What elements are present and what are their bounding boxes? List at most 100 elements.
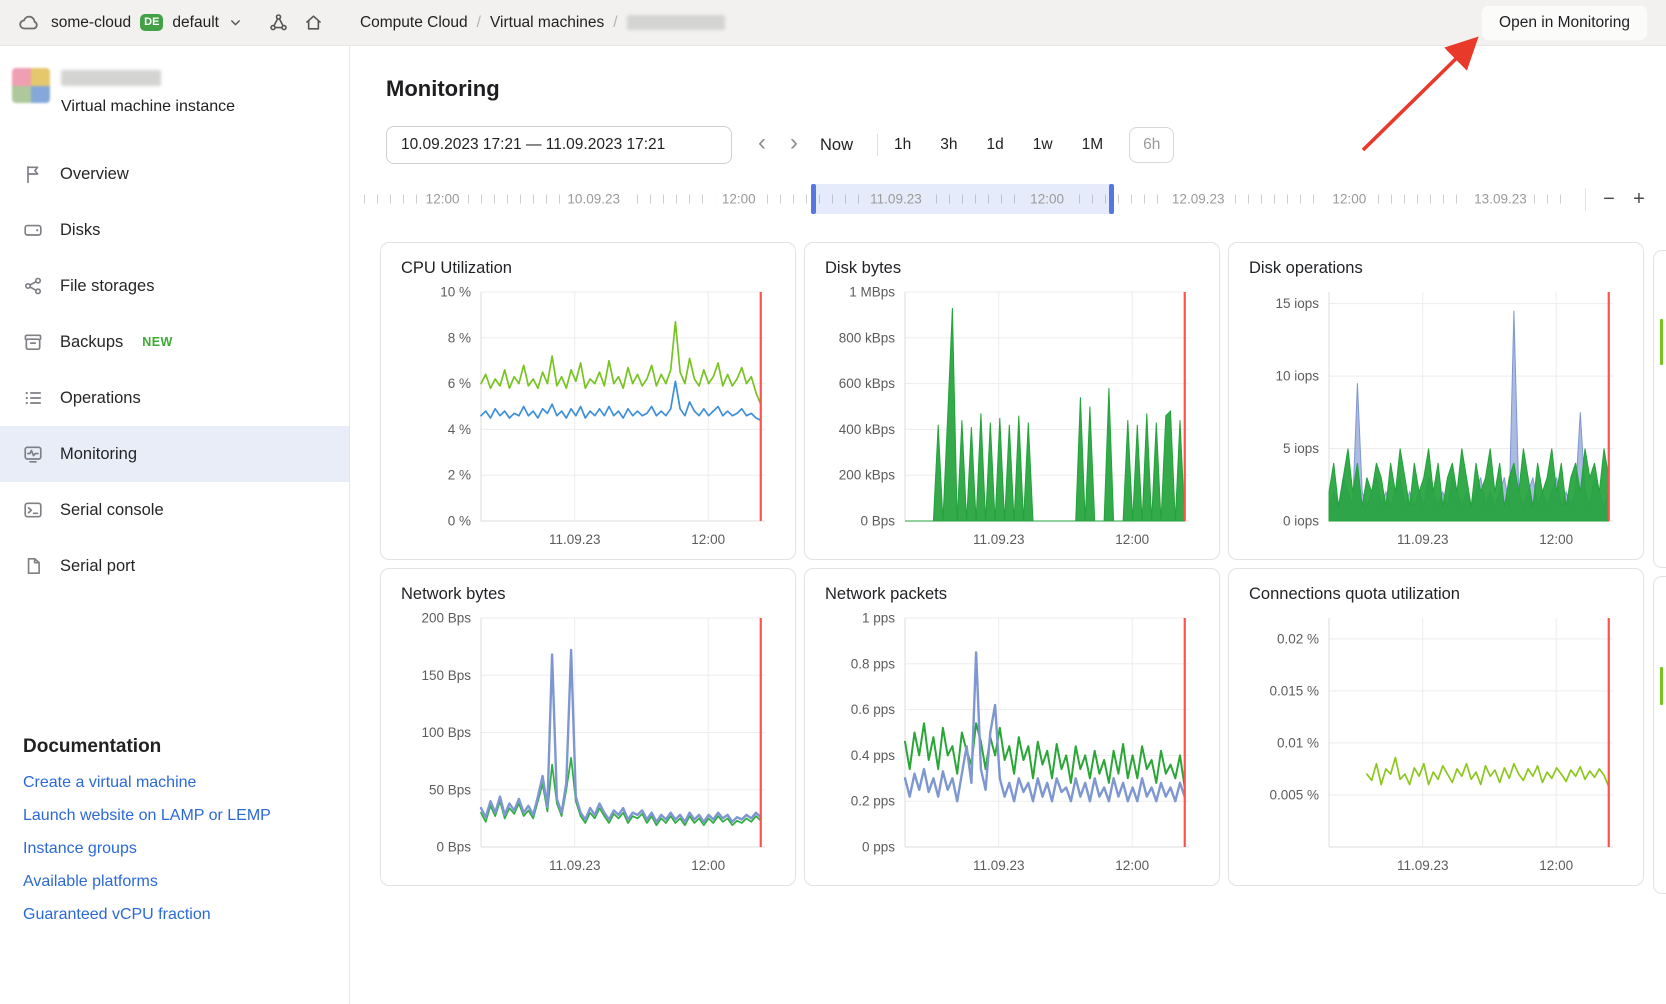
svg-text:400 kBps: 400 kBps [839, 422, 896, 437]
breadcrumb-separator: / [613, 14, 617, 32]
svg-text:12:00: 12:00 [1115, 858, 1149, 873]
svg-text:12:00: 12:00 [691, 532, 725, 547]
svg-text:0 Bps: 0 Bps [436, 840, 471, 855]
serial-port-icon [23, 556, 43, 576]
svg-text:200 kBps: 200 kBps [839, 468, 896, 483]
range-preset-1h[interactable]: 1h [894, 136, 911, 154]
chart-plot[interactable]: 1 pps0.8 pps0.6 pps0.4 pps0.2 pps0 pps11… [821, 608, 1203, 877]
zoom-in-button[interactable]: + [1626, 188, 1652, 211]
documentation-section: Documentation Create a virtual machine La… [0, 736, 349, 924]
sidebar-item-serial-port[interactable]: Serial port [0, 538, 349, 594]
range-preset-3h[interactable]: 3h [940, 136, 957, 154]
svg-text:0.005 %: 0.005 % [1269, 787, 1319, 802]
breadcrumb-virtual-machines[interactable]: Virtual machines [490, 14, 604, 32]
timeline-label: 10.09.23 [560, 192, 627, 207]
svg-text:12:00: 12:00 [691, 858, 725, 873]
next-range-button[interactable]: › [778, 131, 810, 159]
chart-title: Disk bytes [825, 259, 1203, 278]
chevron-down-icon[interactable] [228, 15, 243, 30]
env-name[interactable]: default [172, 14, 219, 32]
doc-link-launch-website-on-lamp-or-lemp[interactable]: Launch website on LAMP or LEMP [23, 807, 349, 825]
documentation-heading: Documentation [23, 736, 349, 758]
zoom-out-button[interactable]: − [1596, 188, 1622, 211]
timeline-label: 13.09.23 [1467, 192, 1534, 207]
doc-link-create-a-virtual-machine[interactable]: Create a virtual machine [23, 774, 349, 792]
now-button[interactable]: Now [820, 136, 853, 155]
svg-text:10 %: 10 % [440, 285, 471, 300]
sidebar: Virtual machine instance Overview Disks Fi… [0, 46, 350, 1004]
svg-text:12:00: 12:00 [1539, 858, 1573, 873]
svg-text:11.09.23: 11.09.23 [549, 532, 601, 547]
env-badge: DE [140, 14, 163, 31]
chart-plot[interactable]: 15 iops10 iops5 iops0 iops11.09.2312:00 [1245, 282, 1627, 551]
timeline-ruler[interactable]: 12:0010.09.2312:0011.09.2312:0012.09.231… [364, 184, 1573, 214]
selection-left-handle[interactable] [811, 184, 816, 214]
doc-link-instance-groups[interactable]: Instance groups [23, 840, 349, 858]
svg-text:10 iops: 10 iops [1275, 369, 1319, 384]
backups-icon [23, 332, 43, 352]
timeline-label: 11.09.23 [863, 192, 929, 207]
sidebar-item-backups[interactable]: BackupsNEW [0, 314, 349, 370]
page-title: Monitoring [386, 76, 1666, 102]
doc-link-guaranteed-vcpu-fraction[interactable]: Guaranteed vCPU fraction [23, 906, 349, 924]
next-column-chart-sliver [1653, 576, 1666, 894]
vm-name-redacted [627, 15, 725, 30]
doc-link-available-platforms[interactable]: Available platforms [23, 873, 349, 891]
svg-text:0.2 pps: 0.2 pps [851, 794, 896, 809]
svg-text:11.09.23: 11.09.23 [973, 532, 1025, 547]
svg-text:1 MBps: 1 MBps [849, 285, 895, 300]
svg-text:0.6 pps: 0.6 pps [851, 702, 896, 717]
svg-text:11.09.23: 11.09.23 [1397, 858, 1449, 873]
serial-console-icon [23, 500, 43, 520]
chart-card-connections-quota-utilization: Connections quota utilization0.02 %0.015… [1228, 568, 1644, 886]
range-preset-1w[interactable]: 1w [1033, 136, 1053, 154]
services-icon[interactable] [266, 10, 292, 36]
vm-name-redacted [61, 70, 161, 86]
range-presets: 1h 3h 1d 1w 1M [894, 136, 1103, 154]
chart-plot[interactable]: 10 %8 %6 %4 %2 %0 %11.09.2312:00 [397, 282, 779, 551]
chart-plot[interactable]: 200 Bps150 Bps100 Bps50 Bps0 Bps11.09.23… [397, 608, 779, 877]
operations-icon [23, 388, 43, 408]
range-6h-pill[interactable]: 6h [1129, 127, 1174, 163]
timeline-label: 12:00 [715, 192, 763, 207]
range-preset-1d[interactable]: 1d [987, 136, 1004, 154]
chart-title: Network bytes [401, 585, 779, 604]
brand-name[interactable]: some-cloud [51, 14, 131, 32]
sidebar-item-disks[interactable]: Disks [0, 202, 349, 258]
svg-text:800 kBps: 800 kBps [839, 330, 896, 345]
home-icon[interactable] [301, 10, 327, 36]
svg-text:8 %: 8 % [448, 330, 471, 345]
chart-title: Network packets [825, 585, 1203, 604]
sidebar-item-overview[interactable]: Overview [0, 146, 349, 202]
breadcrumb-compute-cloud[interactable]: Compute Cloud [360, 14, 468, 32]
svg-text:15 iops: 15 iops [1275, 296, 1319, 311]
svg-text:4 %: 4 % [448, 422, 471, 437]
monitoring-icon [23, 444, 43, 464]
sidebar-item-serial-console[interactable]: Serial console [0, 482, 349, 538]
sidebar-item-operations[interactable]: Operations [0, 370, 349, 426]
chart-title: CPU Utilization [401, 259, 779, 278]
docs-links: Create a virtual machine Launch website o… [23, 774, 349, 924]
timeline-label: 12:00 [1023, 192, 1071, 207]
sidebar-nav: Overview Disks File storagesBackupsNEW Oper… [0, 146, 349, 594]
sidebar-item-label: Serial port [60, 557, 135, 576]
range-preset-1m[interactable]: 1M [1082, 136, 1104, 154]
prev-range-button[interactable]: ‹ [746, 131, 778, 159]
cloud-logo-icon [16, 10, 42, 36]
vm-type-label: Virtual machine instance [61, 98, 235, 116]
timeline-label: 12:00 [1325, 192, 1373, 207]
sidebar-item-label: Operations [60, 389, 141, 408]
chart-plot[interactable]: 1 MBps800 kBps600 kBps400 kBps200 kBps0 … [821, 282, 1203, 551]
sidebar-item-file-storages[interactable]: File storages [0, 258, 349, 314]
sidebar-item-label: Disks [60, 221, 100, 240]
svg-text:0.015 %: 0.015 % [1269, 683, 1319, 698]
selection-right-handle[interactable] [1109, 184, 1114, 214]
svg-text:0 iops: 0 iops [1283, 514, 1319, 529]
flag-icon [23, 164, 43, 184]
vm-header: Virtual machine instance [0, 68, 349, 116]
date-range-input[interactable]: 10.09.2023 17:21 — 11.09.2023 17:21 [386, 126, 732, 164]
open-in-monitoring-button[interactable]: Open in Monitoring [1481, 5, 1648, 41]
sidebar-item-monitoring[interactable]: Monitoring [0, 426, 349, 482]
chart-plot[interactable]: 0.02 %0.015 %0.01 %0.005 %11.09.2312:00 [1245, 608, 1627, 877]
svg-text:0.02 %: 0.02 % [1277, 631, 1319, 646]
